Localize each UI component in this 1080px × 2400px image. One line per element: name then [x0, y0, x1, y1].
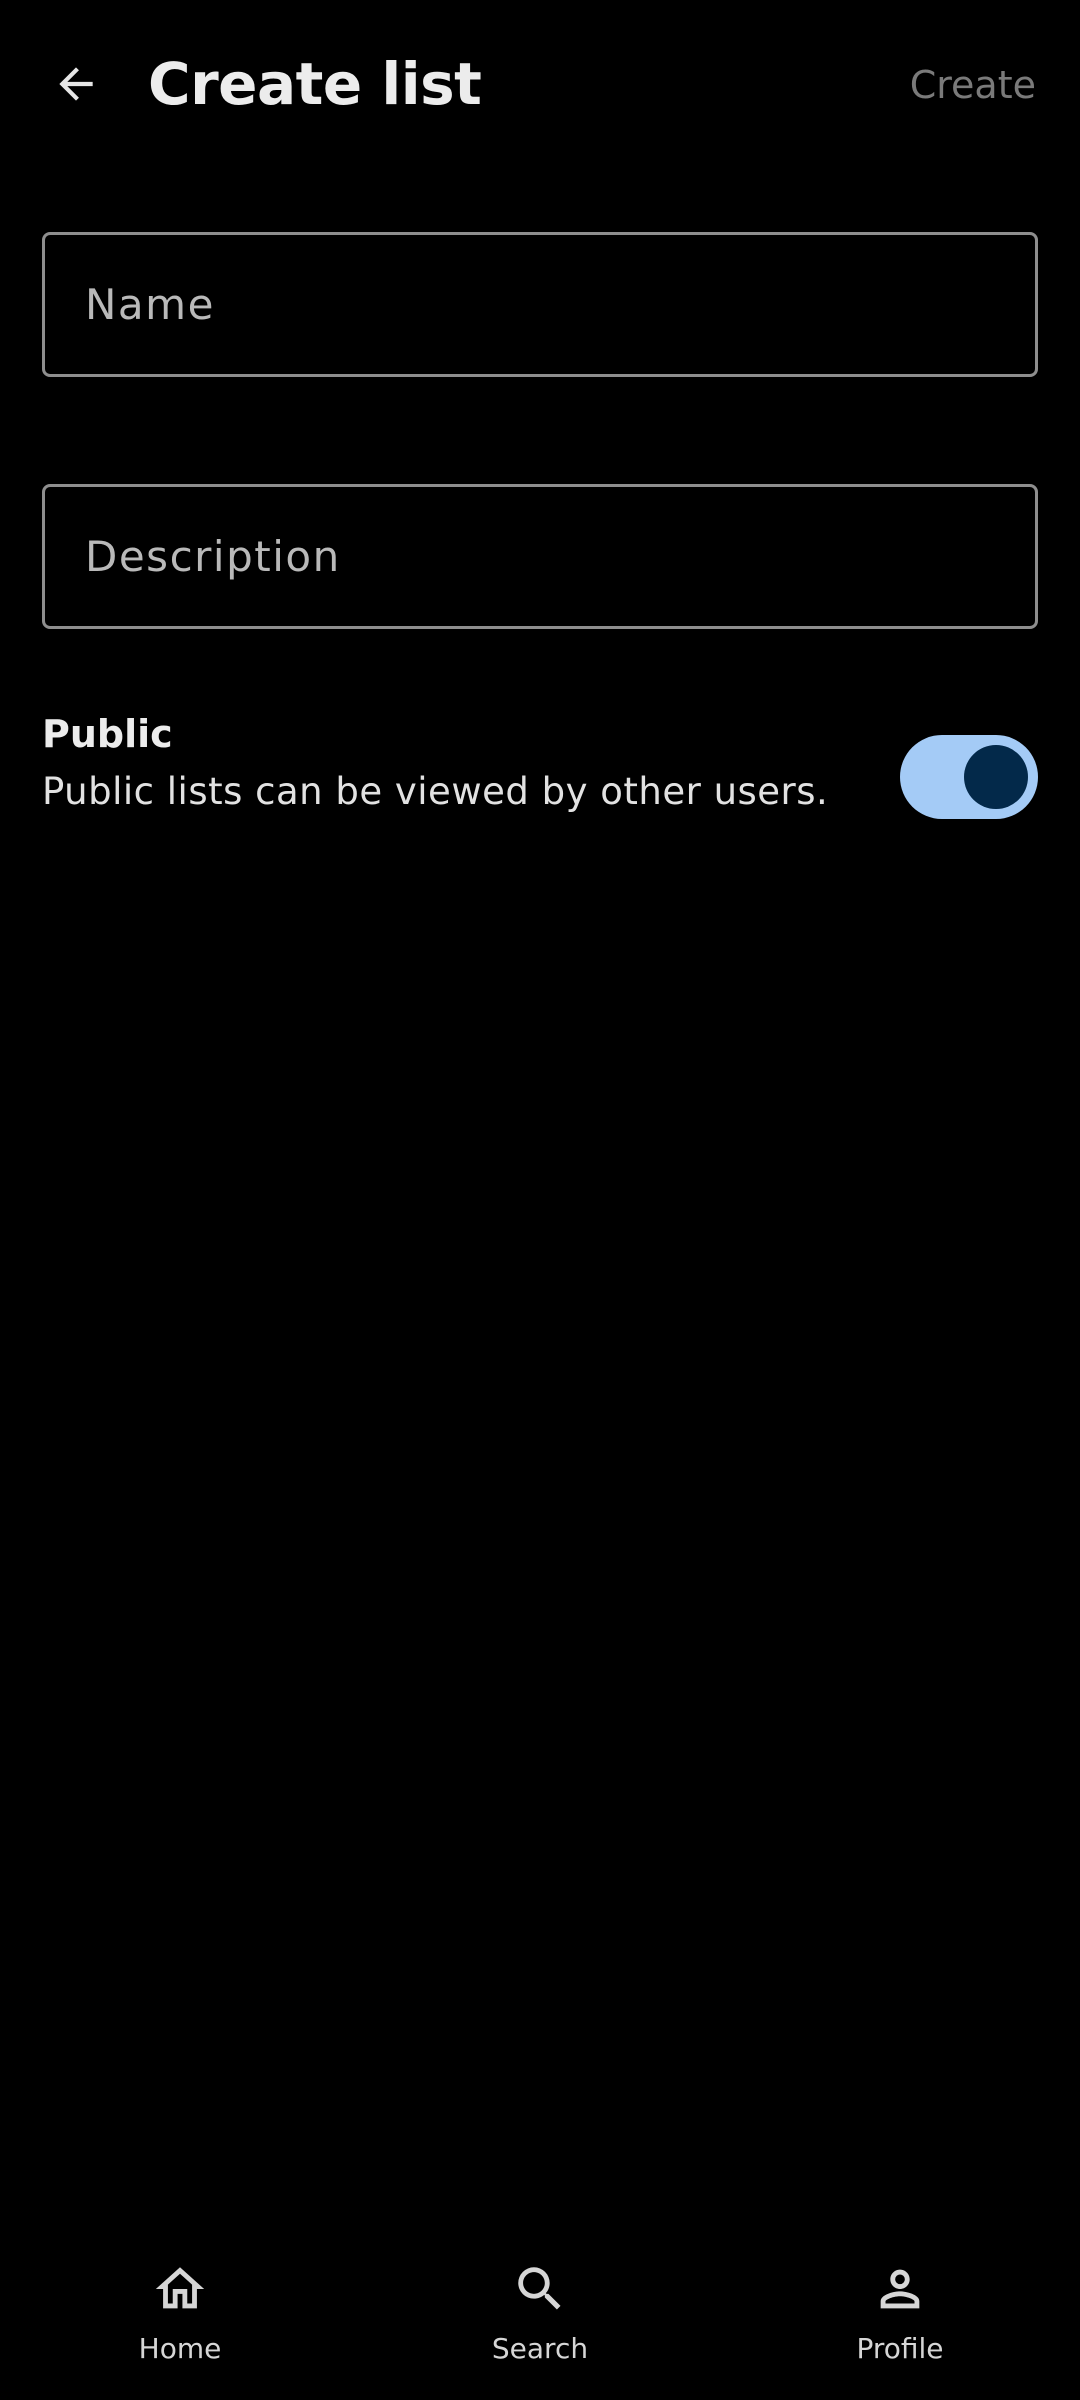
public-setting-title: Public	[42, 712, 173, 756]
arrow-left-icon	[59, 67, 93, 101]
public-setting-description: Public lists can be viewed by other user…	[42, 770, 829, 813]
create-button[interactable]: Create	[910, 52, 1036, 118]
page-title: Create list	[148, 50, 482, 118]
top-app-bar: Create list Create	[0, 0, 1080, 170]
public-setting-row: Public Public lists can be viewed by oth…	[42, 700, 1038, 830]
nav-label-profile: Profile	[856, 2332, 944, 2365]
home-icon	[155, 2267, 205, 2309]
nav-item-home[interactable]: Home	[0, 2240, 360, 2400]
nav-label-search: Search	[491, 2332, 589, 2365]
nav-label-home: Home	[138, 2332, 222, 2365]
back-button[interactable]	[36, 44, 116, 124]
name-field-container	[42, 232, 1038, 377]
person-icon	[880, 2269, 920, 2309]
public-toggle-switch[interactable]	[900, 735, 1038, 819]
description-field-container	[42, 484, 1038, 629]
bottom-navigation: Home Search Profile	[0, 2240, 1080, 2400]
search-icon	[518, 2267, 561, 2310]
name-input[interactable]	[45, 235, 1035, 374]
description-input[interactable]	[45, 487, 1035, 626]
nav-item-profile[interactable]: Profile	[720, 2240, 1080, 2400]
nav-item-search[interactable]: Search	[360, 2240, 720, 2400]
toggle-thumb	[964, 745, 1028, 809]
